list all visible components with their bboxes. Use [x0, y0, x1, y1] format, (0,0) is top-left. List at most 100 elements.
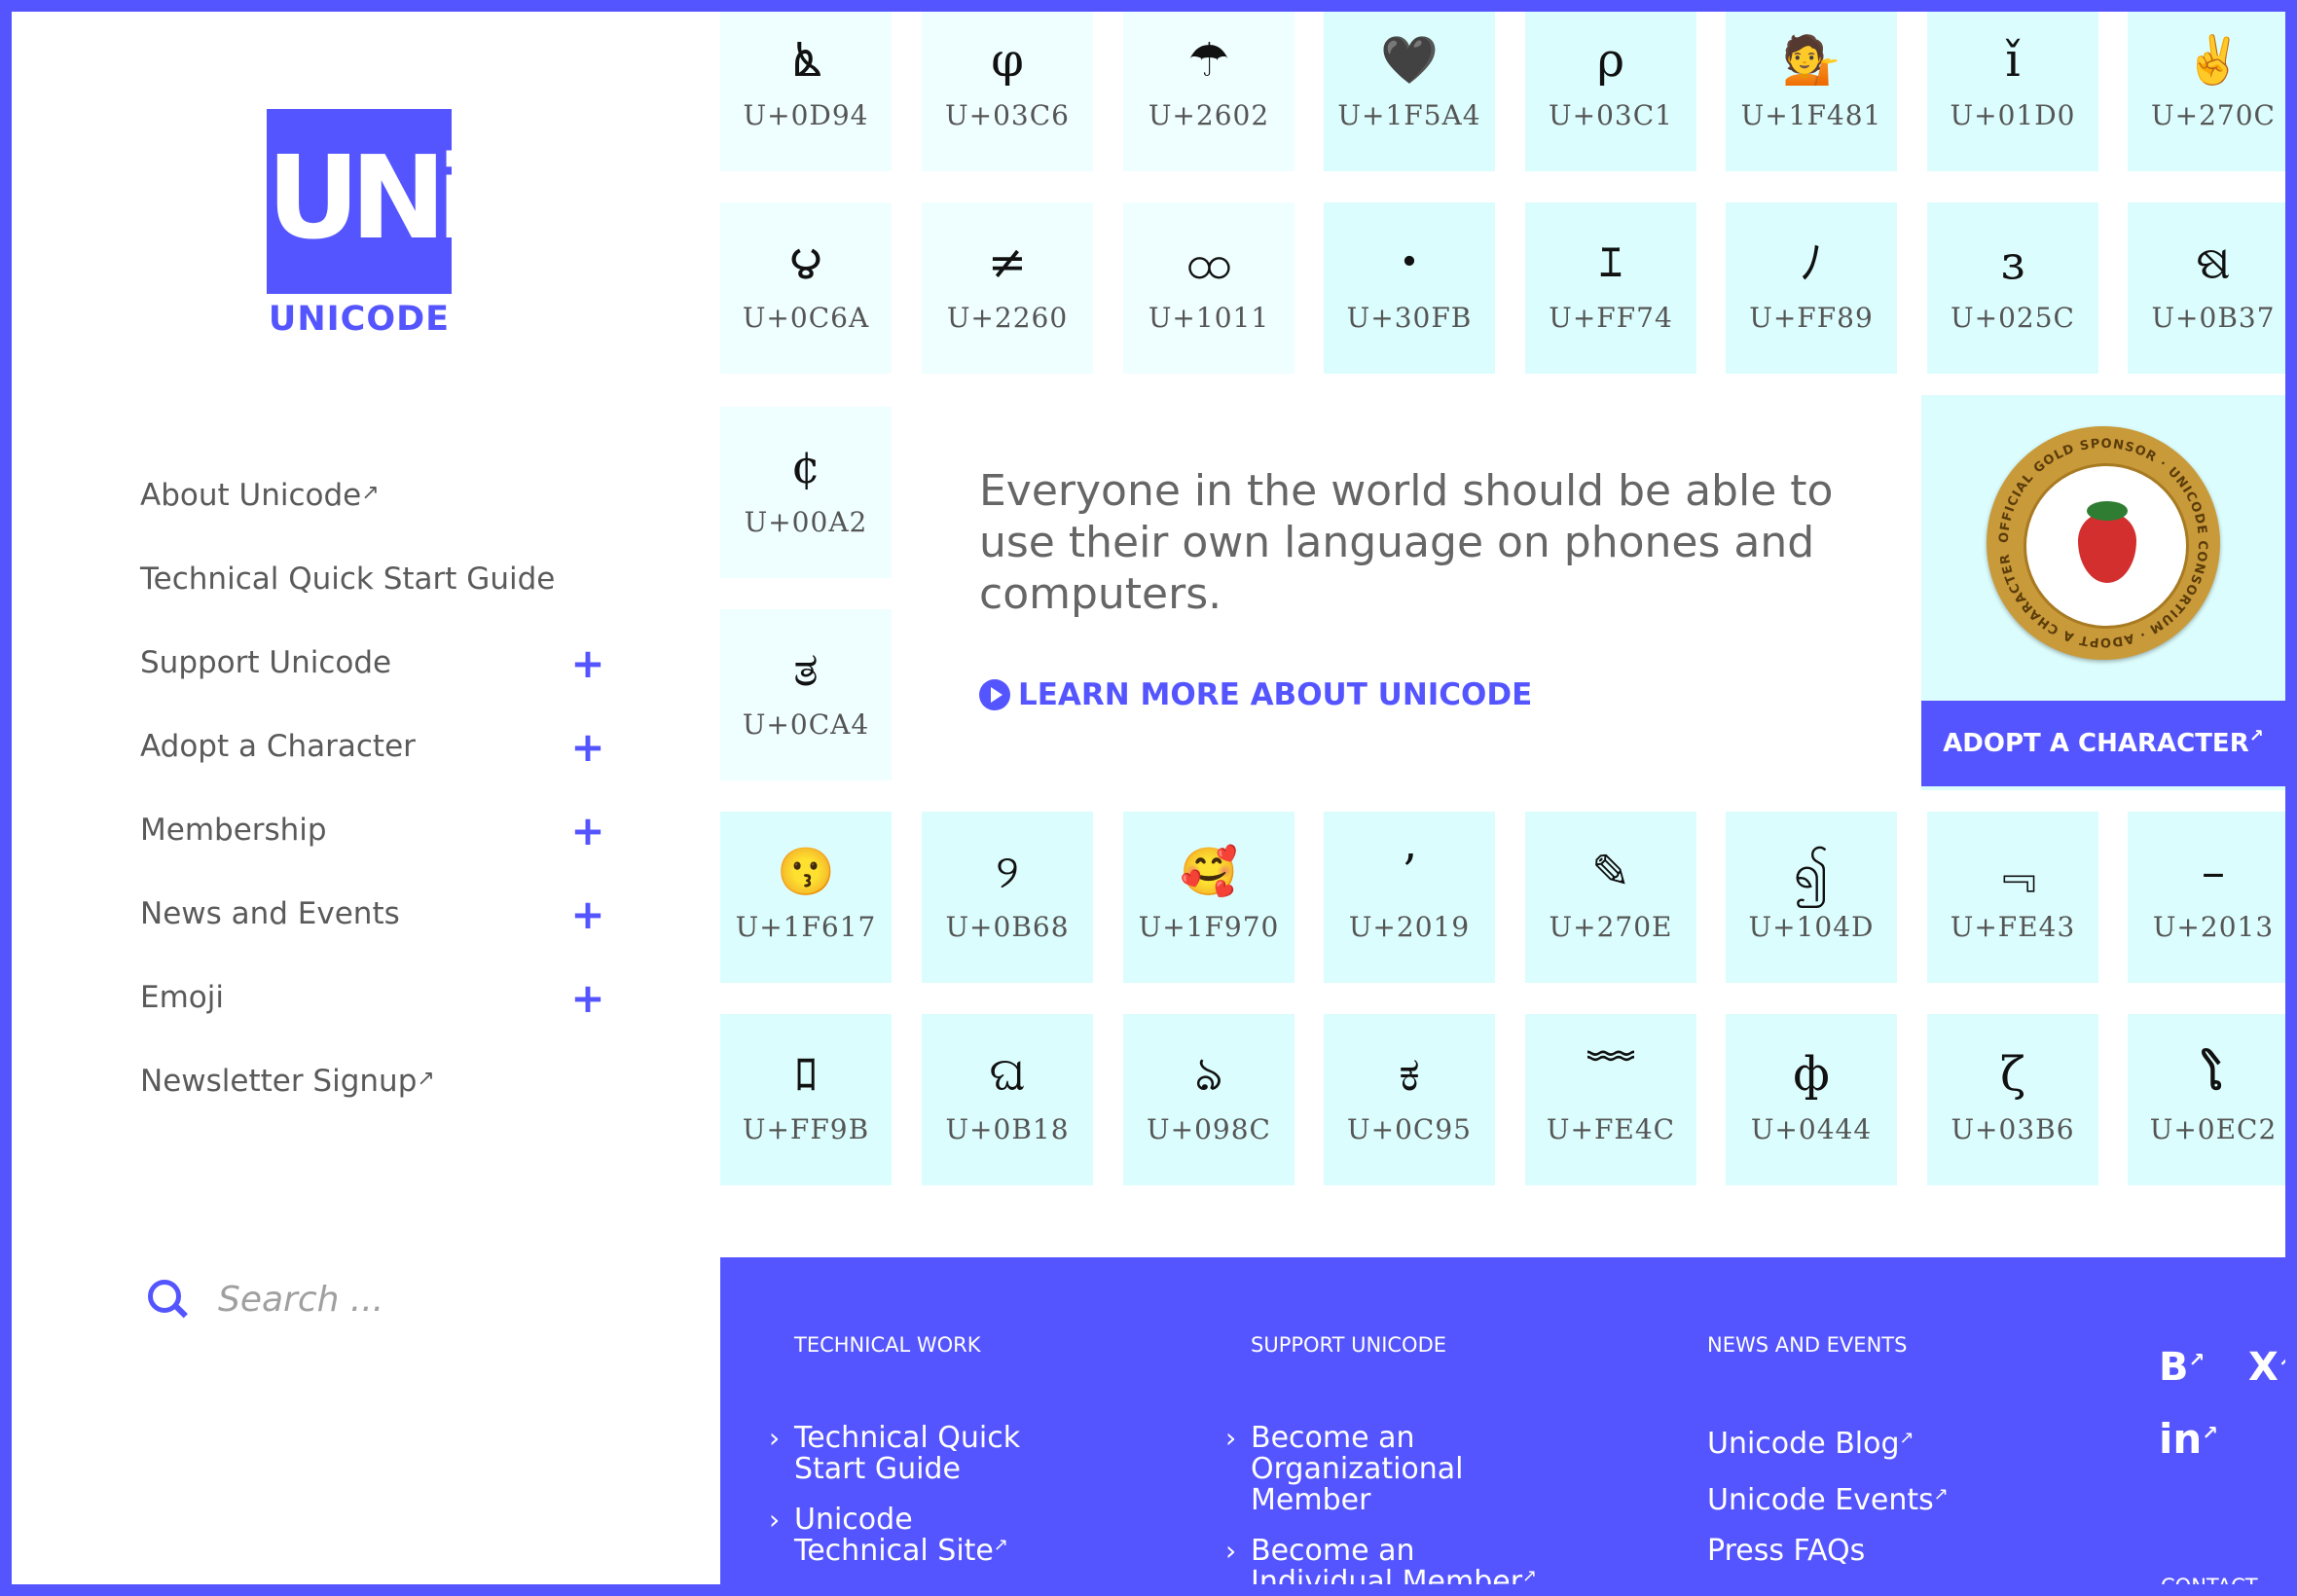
footer-link-events[interactable]: Unicode Events↗	[1707, 1484, 1949, 1520]
footer-link-blog[interactable]: Unicode Blog↗	[1707, 1427, 1914, 1464]
sidebar-item-label: Technical Quick Start Guide	[140, 562, 556, 597]
footer-link-label: Become an Organizational Member	[1251, 1421, 1464, 1517]
character-tile[interactable]: ｴ U+FF74	[1525, 202, 1696, 374]
codepoint-label: U+03C1	[1549, 99, 1673, 131]
expand-plus-icon[interactable]: +	[568, 723, 607, 771]
character-tile[interactable]: ﹃ U+FE43	[1927, 812, 2098, 983]
character-tile[interactable]: ’ U+2019	[1324, 812, 1495, 983]
footer-link-label: Unicode Blog	[1707, 1427, 1900, 1461]
expand-plus-icon[interactable]: +	[568, 974, 607, 1022]
footer-news-title: NEWS AND EVENTS	[1707, 1333, 1908, 1357]
footer-link-press-faqs[interactable]: Press FAQs	[1707, 1536, 1865, 1567]
search-input[interactable]	[216, 1278, 590, 1321]
sidebar-item-about-unicode[interactable]: About Unicode↗	[140, 469, 607, 522]
character-tile[interactable]: ✎ U+270E	[1525, 812, 1696, 983]
character-tile[interactable]: ଷ U+0B37	[2128, 202, 2285, 374]
expand-plus-icon[interactable]: +	[568, 890, 607, 938]
character-tile[interactable]: ౪ U+0C6A	[720, 202, 892, 374]
sidebar-item-support-unicode[interactable]: Support Unicode +	[140, 636, 607, 689]
codepoint-label: U+0444	[1750, 1113, 1873, 1145]
character-glyph: ౪	[789, 236, 822, 290]
footer-link-org-member[interactable]: › Become an Organizational Member	[1225, 1421, 1475, 1517]
chevron-right-icon: ›	[1225, 1422, 1237, 1454]
character-tile[interactable]: ଘ U+0B18	[922, 1014, 1093, 1185]
character-tile[interactable]: 🥰 U+1F970	[1123, 812, 1294, 983]
character-glyph: ﹌	[1586, 1047, 1634, 1102]
character-tile[interactable]: ζ U+03B6	[1927, 1014, 2098, 1185]
sidebar-item-news-and-events[interactable]: News and Events +	[140, 888, 607, 940]
character-tile[interactable]: ☂ U+2602	[1123, 12, 1294, 171]
codepoint-label: U+30FB	[1346, 302, 1473, 334]
character-glyph: ထ	[1185, 236, 1232, 290]
character-tile[interactable]: ୨ U+0B68	[922, 812, 1093, 983]
sidebar-item-newsletter-signup[interactable]: Newsletter Signup↗	[140, 1055, 607, 1107]
codepoint-label: U+0C95	[1347, 1113, 1472, 1145]
unicode-logo[interactable]: UNi UNICODE	[267, 109, 476, 343]
character-glyph: ・	[1385, 236, 1433, 290]
character-glyph: ｴ	[1598, 236, 1622, 290]
character-tile[interactable]: φ U+03C6	[922, 12, 1093, 171]
character-tile[interactable]: ¢ U+00A2	[720, 407, 892, 578]
character-tile[interactable]: ൔ U+0D94	[720, 12, 892, 171]
character-tile[interactable]: 😗 U+1F617	[720, 812, 892, 983]
character-tile[interactable]: ф U+0444	[1726, 1014, 1897, 1185]
character-tile[interactable]: ၍ U+104D	[1726, 812, 1897, 983]
character-tile[interactable]: ρ U+03C1	[1525, 12, 1696, 171]
character-glyph: 🥰	[1180, 845, 1238, 899]
blogger-icon: B	[2159, 1345, 2189, 1390]
character-glyph: 😗	[777, 845, 835, 899]
page: UNi UNICODE About Unicode↗ Technical Quic…	[12, 12, 2285, 1584]
learn-more-label: LEARN MORE ABOUT UNICODE	[1018, 677, 1533, 712]
expand-plus-icon[interactable]: +	[568, 807, 607, 854]
codepoint-label: U+2260	[946, 302, 1069, 334]
codepoint-label: U+FE43	[1950, 911, 2076, 943]
character-tile[interactable]: ɜ U+025C	[1927, 202, 2098, 374]
footer-link-individual-member[interactable]: › Become an Individual Member↗	[1225, 1536, 1543, 1585]
sidebar-item-technical-quick-start-guide[interactable]: Technical Quick Start Guide	[140, 553, 607, 605]
logo-mark: UNi	[267, 109, 476, 294]
chevron-right-icon: ›	[769, 1422, 781, 1454]
character-tile[interactable]: ・ U+30FB	[1324, 202, 1495, 374]
blogger-link[interactable]: B↗	[2159, 1345, 2205, 1390]
character-tile[interactable]: 🖤 U+1F5A4	[1324, 12, 1495, 171]
character-tile[interactable]: ထ U+1011	[1123, 202, 1294, 374]
adopt-character-button[interactable]: ADOPT A CHARACTER ↗	[1921, 701, 2285, 786]
codepoint-label: U+2013	[2152, 911, 2275, 943]
codepoint-label: U+270E	[1549, 911, 1673, 943]
footer-support-title: SUPPORT UNICODE	[1251, 1333, 1447, 1357]
character-tile[interactable]: ✌ U+270C	[2128, 12, 2285, 171]
sidebar-item-label: Support Unicode	[140, 645, 392, 680]
gold-sponsor-badge[interactable]: OFFICIAL GOLD SPONSOR · UNICODE CONSORTI…	[1987, 426, 2220, 660]
character-tile[interactable]: ≠ U+2260	[922, 202, 1093, 374]
external-link-icon: ↗	[361, 481, 380, 505]
sidebar-item-adopt-a-character[interactable]: Adopt a Character +	[140, 720, 607, 773]
character-tile[interactable]: ໂ U+0EC2	[2128, 1014, 2285, 1185]
codepoint-label: U+01D0	[1950, 99, 2076, 131]
codepoint-label: U+03C6	[945, 99, 1070, 131]
character-tile[interactable]: ﹌ U+FE4C	[1525, 1014, 1696, 1185]
x-link[interactable]: X↗	[2248, 1345, 2285, 1390]
character-tile[interactable]: 💁 U+1F481	[1726, 12, 1897, 171]
footer-link-label: Unicode Technical Site	[794, 1503, 994, 1568]
expand-plus-icon[interactable]: +	[568, 639, 607, 687]
codepoint-label: U+025C	[1951, 302, 2075, 334]
sidebar-item-label: Membership	[140, 813, 327, 848]
character-tile[interactable]: ǐ U+01D0	[1927, 12, 2098, 171]
search-icon[interactable]	[148, 1280, 188, 1319]
codepoint-label: U+2019	[1348, 911, 1471, 943]
character-tile[interactable]: ঌ U+098C	[1123, 1014, 1294, 1185]
character-tile[interactable]: ﾛ U+FF9B	[720, 1014, 892, 1185]
character-tile[interactable]: ತ U+0CA4	[720, 609, 892, 780]
footer-link-tech-guide[interactable]: › Technical Quick Start Guide	[769, 1423, 1086, 1485]
character-glyph: 💁	[1782, 33, 1841, 88]
character-tile[interactable]: ﾉ U+FF89	[1726, 202, 1897, 374]
footer-link-tech-site[interactable]: › Unicode Technical Site↗	[769, 1503, 1047, 1571]
footer-contact-title[interactable]: CONTACT	[2161, 1575, 2258, 1584]
character-tile[interactable]: ಕ U+0C95	[1324, 1014, 1495, 1185]
linkedin-link[interactable]: in↗	[2159, 1415, 2218, 1463]
codepoint-label: U+1F970	[1138, 911, 1280, 943]
sidebar-item-membership[interactable]: Membership +	[140, 804, 607, 856]
sidebar-item-emoji[interactable]: Emoji +	[140, 971, 607, 1024]
character-tile[interactable]: – U+2013	[2128, 812, 2285, 983]
learn-more-link[interactable]: LEARN MORE ABOUT UNICODE	[979, 677, 1532, 712]
